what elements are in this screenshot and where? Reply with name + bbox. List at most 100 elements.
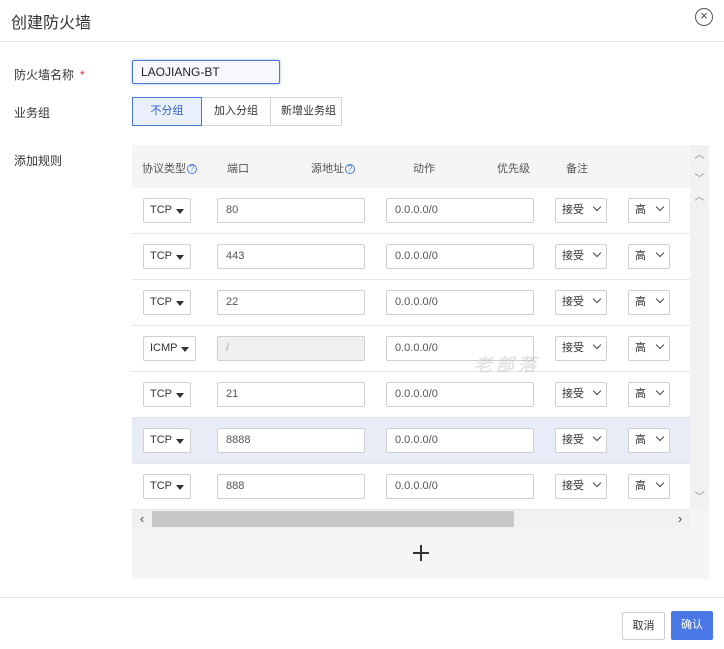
source-input[interactable]: 0.0.0.0/0: [386, 428, 534, 453]
action-value: 接受: [562, 480, 584, 492]
close-icon[interactable]: ×: [695, 8, 713, 26]
dialog-title: 创建防火墙: [11, 15, 92, 32]
group-option-join-group[interactable]: 加入分组: [201, 97, 271, 126]
chevron-down-icon: [655, 432, 665, 442]
add-rule-plus-icon[interactable]: [409, 541, 433, 565]
port-input[interactable]: 22: [217, 290, 365, 315]
caret-down-icon: [176, 439, 184, 444]
chevron-down-icon: [592, 432, 602, 442]
firewall-name-label-text: 防火墙名称: [14, 68, 75, 82]
caret-down-icon: [176, 301, 184, 306]
protocol-help-icon[interactable]: ?: [187, 164, 197, 174]
protocol-select[interactable]: TCP: [143, 244, 191, 269]
priority-value: 高: [635, 388, 646, 400]
source-help-icon[interactable]: ?: [345, 164, 355, 174]
priority-select[interactable]: 高: [628, 290, 670, 315]
scroll-down-icon[interactable]: ﹀: [690, 173, 709, 187]
chevron-down-icon: [592, 386, 602, 396]
group-segmented-control: 不分组 加入分组 新增业务组: [132, 97, 342, 126]
source-input[interactable]: 0.0.0.0/0: [386, 198, 534, 223]
priority-select[interactable]: 高: [628, 198, 670, 223]
rule-row: TCP 8888 0.0.0.0/0 接受 高: [132, 418, 690, 464]
scroll-up-icon[interactable]: ︿: [690, 149, 709, 163]
protocol-value: ICMP: [150, 342, 178, 354]
scroll-down-icon[interactable]: ﹀: [690, 491, 709, 505]
chevron-down-icon: [592, 202, 602, 212]
priority-select[interactable]: 高: [628, 244, 670, 269]
port-input: /: [217, 336, 365, 361]
protocol-value: TCP: [150, 388, 172, 400]
col-source-text: 源地址: [311, 163, 344, 175]
action-select[interactable]: 接受: [555, 290, 607, 315]
group-label: 业务组: [14, 106, 51, 120]
protocol-value: TCP: [150, 250, 172, 262]
caret-down-icon: [176, 393, 184, 398]
col-source: 源地址?: [311, 160, 355, 176]
caret-down-icon: [176, 209, 184, 214]
scrollbar-thumb[interactable]: [152, 511, 514, 527]
chevron-down-icon: [592, 478, 602, 488]
chevron-down-icon: [655, 294, 665, 304]
protocol-select[interactable]: TCP: [143, 290, 191, 315]
protocol-select[interactable]: TCP: [143, 428, 191, 453]
priority-value: 高: [635, 250, 646, 262]
priority-select[interactable]: 高: [628, 428, 670, 453]
group-option-new-group[interactable]: 新增业务组: [270, 97, 342, 126]
action-value: 接受: [562, 250, 584, 262]
port-input[interactable]: 21: [217, 382, 365, 407]
scroll-left-icon[interactable]: ‹: [135, 510, 149, 528]
col-remark: 备注: [566, 163, 588, 175]
chevron-down-icon: [655, 386, 665, 396]
cancel-button[interactable]: 取消: [622, 612, 665, 640]
rule-row: TCP 888 0.0.0.0/0 接受 高: [132, 464, 690, 510]
horizontal-scrollbar[interactable]: ‹ ›: [132, 510, 690, 528]
group-option-no-group[interactable]: 不分组: [132, 97, 202, 126]
source-input[interactable]: 0.0.0.0/0: [386, 244, 534, 269]
rule-row: TCP 443 0.0.0.0/0 接受 高: [132, 234, 690, 280]
rule-row: ICMP/0.0.0.0/0 接受高: [132, 326, 690, 372]
rules-label: 添加规则: [14, 154, 63, 168]
priority-value: 高: [635, 342, 646, 354]
port-input[interactable]: 888: [217, 474, 365, 499]
priority-select[interactable]: 高: [628, 382, 670, 407]
protocol-select[interactable]: TCP: [143, 474, 191, 499]
chevron-down-icon: [592, 340, 602, 350]
firewall-name-input[interactable]: LAOJIANG-BT: [132, 60, 280, 84]
priority-value: 高: [635, 480, 646, 492]
protocol-value: TCP: [150, 434, 172, 446]
confirm-button[interactable]: 确认: [671, 611, 713, 640]
rule-row: TCP 80 0.0.0.0/0 接受 高: [132, 188, 690, 234]
scroll-right-icon[interactable]: ›: [673, 510, 687, 528]
port-input[interactable]: 80: [217, 198, 365, 223]
source-input[interactable]: 0.0.0.0/0: [386, 382, 534, 407]
vertical-scrollbar[interactable]: ︿ ﹀ ︿ ﹀: [690, 145, 709, 510]
action-value: 接受: [562, 296, 584, 308]
protocol-select[interactable]: TCP: [143, 382, 191, 407]
port-input[interactable]: 443: [217, 244, 365, 269]
create-firewall-dialog: 创建防火墙 × 防火墙名称 * LAOJIANG-BT 业务组 不分组 加入分组 …: [0, 0, 724, 649]
protocol-select[interactable]: ICMP: [143, 336, 196, 361]
col-port: 端口: [227, 163, 249, 175]
scroll-up-icon[interactable]: ︿: [690, 191, 709, 205]
action-select[interactable]: 接受: [555, 198, 607, 223]
source-input[interactable]: 0.0.0.0/0: [386, 290, 534, 315]
priority-select[interactable]: 高: [628, 474, 670, 499]
col-priority: 优先级: [497, 163, 530, 175]
action-select[interactable]: 接受: [555, 382, 607, 407]
rule-row: TCP 22 0.0.0.0/0 接受 高: [132, 280, 690, 326]
action-value: 接受: [562, 434, 584, 446]
action-select[interactable]: 接受: [555, 428, 607, 453]
firewall-name-label: 防火墙名称 *: [14, 66, 85, 83]
action-select[interactable]: 接受: [555, 244, 607, 269]
priority-value: 高: [635, 296, 646, 308]
priority-select[interactable]: 高: [628, 336, 670, 361]
chevron-down-icon: [592, 294, 602, 304]
col-protocol-text: 协议类型: [142, 163, 186, 175]
rules-rows: TCP 80 0.0.0.0/0 接受高 TCP 443 0.0.0.0/0 接受高 TCP 22…: [132, 188, 690, 510]
source-input[interactable]: 0.0.0.0/0: [386, 474, 534, 499]
port-input[interactable]: 8888: [217, 428, 365, 453]
priority-value: 高: [635, 204, 646, 216]
action-select[interactable]: 接受: [555, 336, 607, 361]
action-select[interactable]: 接受: [555, 474, 607, 499]
protocol-select[interactable]: TCP: [143, 198, 191, 223]
